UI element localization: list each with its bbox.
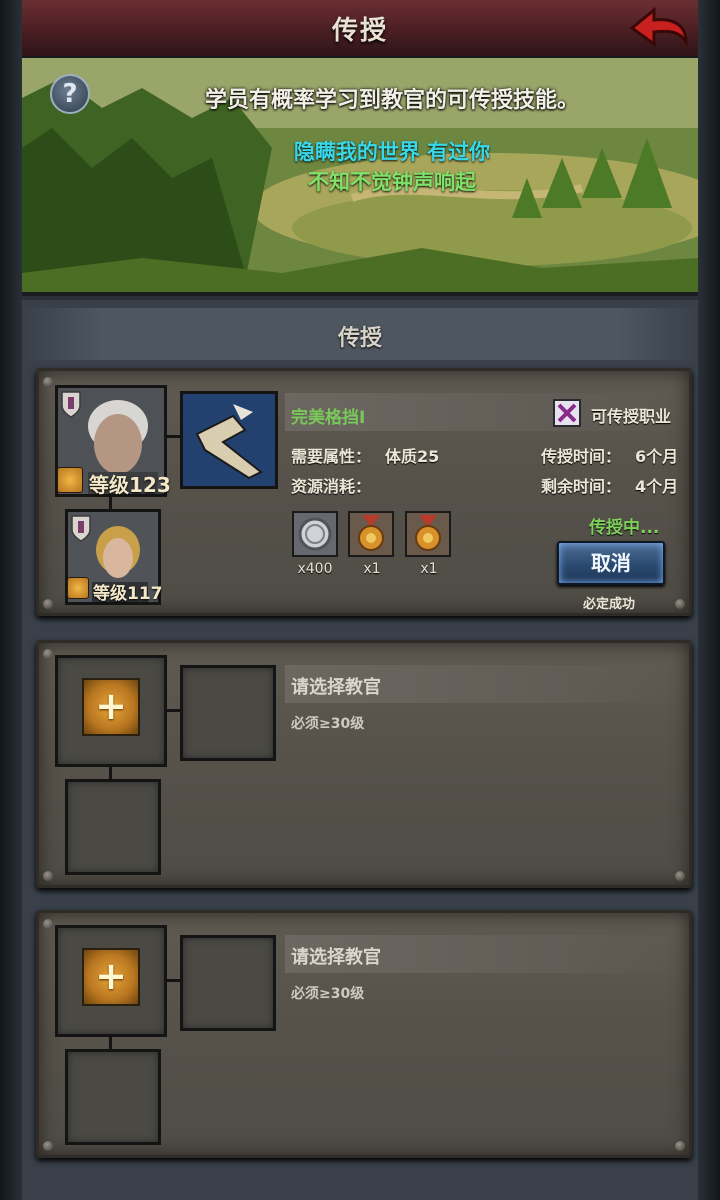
- resource-count: x1: [420, 561, 438, 577]
- status-text: 传授中...: [589, 518, 660, 538]
- cancel-button[interactable]: 取消: [557, 541, 665, 585]
- teacher-level: 等级123: [89, 469, 171, 498]
- class-shield-icon: [71, 515, 91, 542]
- rivet: [675, 599, 685, 609]
- student-level-label: 等级: [93, 584, 127, 604]
- slot-connector: [167, 979, 181, 982]
- success-note: 必定成功: [583, 597, 636, 612]
- student-level: 等级117: [93, 579, 163, 604]
- medal-icon[interactable]: [348, 511, 394, 557]
- transferable-label: 可传授职业: [591, 407, 672, 426]
- skill-name: 完美格挡I: [291, 408, 366, 428]
- scenic-banner: ? 学员有概率学习到教官的可传授技能。 隐瞒我的世界 有过你 不知不觉钟声响起: [22, 58, 698, 296]
- back-arrow-icon[interactable]: [628, 6, 690, 50]
- teaching-card-active: 等级123 等级117 完美格挡I 可传授职业 需要属性： 体质25 传授时间：…: [36, 368, 692, 616]
- student-level-value: 117: [127, 584, 163, 604]
- required-attr-label: 需要属性：: [291, 447, 372, 466]
- skill-slot[interactable]: [180, 391, 278, 489]
- slot-connector: [167, 709, 181, 712]
- teacher-level-value: 123: [129, 473, 171, 497]
- choose-teacher-text: 请选择教官: [291, 947, 381, 968]
- teach-time-label: 传授时间：: [541, 447, 622, 466]
- resource-count: x1: [363, 561, 381, 577]
- section-header: 传授: [22, 308, 698, 360]
- lyric-line-1: 隐瞒我的世界 有过你: [293, 140, 491, 164]
- class-shield-icon: [61, 391, 81, 418]
- page-title: 传授: [331, 16, 388, 46]
- choose-strip: 请选择教官: [285, 665, 685, 703]
- level-badge-icon: [67, 577, 89, 599]
- student-slot[interactable]: [65, 1049, 161, 1145]
- rivet: [675, 1141, 685, 1151]
- header-bar: 传授: [22, 0, 698, 58]
- student-slot[interactable]: [65, 779, 161, 875]
- transferable-class-icon: [553, 399, 581, 427]
- teach-time-value: 6个月: [635, 447, 679, 466]
- help-icon[interactable]: ?: [50, 74, 90, 114]
- banner-info-text: 学员有概率学习到教官的可传授技能。: [204, 88, 579, 113]
- rivet: [43, 871, 53, 881]
- choose-teacher-text: 请选择教官: [291, 677, 381, 698]
- add-teacher-icon[interactable]: +: [82, 678, 140, 736]
- teacher-level-label: 等级: [89, 473, 129, 497]
- resource-count: x400: [297, 561, 333, 577]
- add-teacher-icon[interactable]: +: [82, 948, 140, 1006]
- level-requirement: 必须≥30级: [291, 986, 365, 1002]
- medal-icon[interactable]: [405, 511, 451, 557]
- skill-slot: [180, 665, 276, 761]
- teaching-card-empty: + 请选择教官 必须≥30级: [36, 910, 692, 1158]
- rivet: [43, 1141, 53, 1151]
- rivet: [43, 599, 53, 609]
- resource-label: 资源消耗：: [291, 477, 372, 496]
- rivet: [43, 649, 53, 659]
- remaining-time-label: 剩余时间：: [541, 477, 622, 496]
- level-requirement: 必须≥30级: [291, 716, 365, 732]
- rivet: [675, 871, 685, 881]
- slot-connector: [167, 435, 181, 438]
- required-attr-value: 体质25: [385, 447, 440, 466]
- silver-coin-icon[interactable]: [292, 511, 338, 557]
- teaching-card-empty: + 请选择教官 必须≥30级: [36, 640, 692, 888]
- teacher-slot[interactable]: +: [55, 655, 167, 767]
- section-title: 传授: [337, 326, 382, 351]
- level-badge-icon: [57, 467, 83, 493]
- teacher-slot[interactable]: +: [55, 925, 167, 1037]
- remaining-time-value: 4个月: [635, 477, 679, 496]
- lyric-line-2: 不知不觉钟声响起: [308, 170, 476, 194]
- choose-strip: 请选择教官: [285, 935, 685, 973]
- parry-skill-icon: [183, 394, 275, 486]
- rivet: [43, 919, 53, 929]
- rivet: [43, 377, 53, 387]
- skill-slot: [180, 935, 276, 1031]
